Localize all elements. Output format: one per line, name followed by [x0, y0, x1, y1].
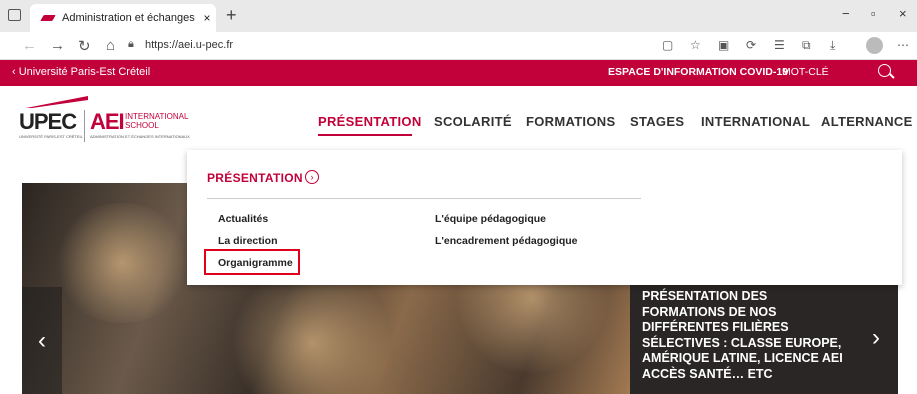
aei-logo-international: INTERNATIONAL SCHOOL: [125, 112, 189, 130]
downloads-icon[interactable]: ⤓: [830, 38, 835, 53]
university-link[interactable]: ‹ Université Paris-Est Créteil: [12, 66, 150, 78]
aei-logo-subtitle: ADMINISTRATION ET ÉCHANGES INTERNATIONAU…: [90, 134, 190, 139]
carousel-prev-button[interactable]: ‹: [22, 287, 62, 394]
covid-info-link[interactable]: ESPACE D'INFORMATION COVID-19: [608, 66, 788, 78]
dropdown-link-actualites[interactable]: Actualités: [218, 213, 268, 225]
address-bar: ← → ↻ ⌂ 🔒︎ https://aei.u-pec.fr ▢ ☆ ▣ ⟳ …: [0, 32, 917, 60]
tab-title: Administration et échanges inte: [62, 12, 198, 24]
minimize-button[interactable]: −: [842, 6, 850, 21]
home-icon[interactable]: ⌂: [106, 37, 115, 54]
nav-formations[interactable]: FORMATIONS: [526, 114, 615, 129]
carousel-next-button[interactable]: ›: [854, 281, 898, 394]
dropdown-link-encadrement[interactable]: L'encadrement pédagogique: [435, 235, 578, 247]
refresh-extension-icon[interactable]: ⟳: [746, 38, 756, 52]
upec-logo-subtitle: UNIVERSITÉ PARIS-EST CRÉTEIL: [19, 134, 83, 139]
aei-logo[interactable]: AEI: [90, 109, 125, 135]
dropdown-divider: [207, 198, 641, 199]
nav-stages[interactable]: STAGES: [630, 114, 684, 129]
close-window-button[interactable]: ×: [899, 6, 907, 21]
new-tab-button[interactable]: +: [226, 5, 237, 26]
browser-tabbar: Administration et échanges inte × + − ▫ …: [0, 0, 917, 32]
reload-icon[interactable]: ↻: [78, 37, 91, 55]
presentation-dropdown-menu: PRÉSENTATION › Actualités La direction O…: [187, 150, 902, 285]
logo-divider: [84, 110, 85, 142]
keyword-link[interactable]: MOT-CLÉ: [782, 66, 829, 78]
arrow-circle-icon[interactable]: ›: [305, 170, 319, 184]
hero-caption[interactable]: PRÉSENTATION DES FORMATIONS DE NOS DIFFÉ…: [630, 281, 854, 394]
search-icon[interactable]: [878, 64, 891, 77]
more-menu-icon[interactable]: ⋯: [897, 38, 909, 52]
top-utility-bar: ‹ Université Paris-Est Créteil ESPACE D'…: [0, 60, 917, 86]
dropdown-link-direction[interactable]: La direction: [218, 235, 278, 247]
extension-icon[interactable]: ▣: [718, 38, 729, 52]
sidebar-toggle-icon[interactable]: [8, 9, 21, 21]
collections-icon[interactable]: ⧉: [802, 38, 811, 53]
nav-alternance[interactable]: ALTERNANCE: [821, 114, 913, 129]
upec-swoosh-logo: [26, 96, 88, 108]
dropdown-title[interactable]: PRÉSENTATION: [207, 171, 303, 185]
url-field[interactable]: https://aei.u-pec.fr: [145, 39, 233, 51]
dropdown-link-equipe[interactable]: L'équipe pédagogique: [435, 213, 546, 225]
nav-presentation[interactable]: PRÉSENTATION: [318, 114, 422, 129]
upec-logo[interactable]: UPEC: [19, 109, 77, 135]
tab-close-icon[interactable]: ×: [198, 11, 216, 25]
forward-arrow-icon[interactable]: →: [50, 37, 65, 54]
profile-avatar[interactable]: [866, 37, 883, 54]
favorites-icon[interactable]: ☰: [774, 38, 785, 52]
back-arrow-icon[interactable]: ←: [22, 37, 37, 54]
reader-view-icon[interactable]: ▢: [662, 38, 673, 52]
favorite-star-icon[interactable]: ☆: [690, 38, 701, 52]
nav-international[interactable]: INTERNATIONAL: [701, 114, 810, 129]
nav-scolarite[interactable]: SCOLARITÉ: [434, 114, 512, 129]
lock-icon[interactable]: 🔒︎: [128, 38, 134, 51]
browser-tab[interactable]: Administration et échanges inte ×: [30, 4, 216, 32]
maximize-button[interactable]: ▫: [871, 6, 876, 21]
organigramme-highlight-box: [204, 249, 300, 275]
site-favicon-icon: [40, 15, 56, 21]
nav-active-underline: [318, 134, 412, 136]
